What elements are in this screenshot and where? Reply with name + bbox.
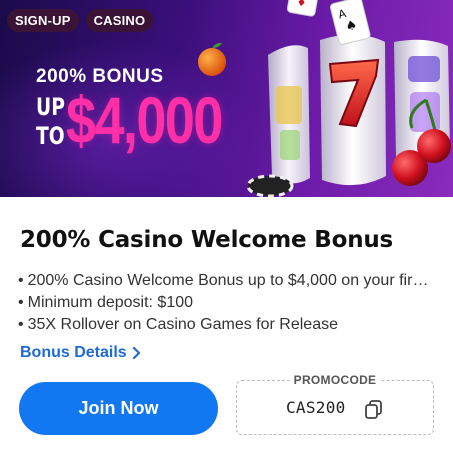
copy-icon[interactable]: [363, 398, 385, 420]
promo-banner: SIGN-UP CASINO 200% BONUS UP TO $4,000 A…: [0, 0, 453, 197]
promocode-box[interactable]: PROMOCODE CAS200: [236, 373, 434, 435]
tag-signup: SIGN-UP: [7, 9, 79, 32]
offer-title: 200% Casino Welcome Bonus: [20, 227, 394, 253]
offer-term: 35X Rollover on Casino Games for Release: [18, 314, 436, 336]
offer-term: 200% Casino Welcome Bonus up to $4,000 o…: [18, 270, 436, 292]
banner-up-to: UP TO: [36, 93, 65, 150]
banner-tags: SIGN-UP CASINO: [7, 9, 154, 32]
offer-term: Minimum deposit: $100: [18, 292, 436, 314]
promocode-label: PROMOCODE: [289, 373, 381, 387]
chevron-right-icon: [132, 347, 140, 359]
offer-card: 200% Casino Welcome Bonus 200% Casino We…: [0, 197, 453, 454]
promocode-value: CAS200: [286, 398, 346, 417]
bonus-details-link[interactable]: Bonus Details: [20, 344, 141, 362]
bonus-details-label: Bonus Details: [20, 344, 127, 361]
slot-machine-illustration: A ♠ ♦: [198, 0, 451, 197]
tag-casino: CASINO: [85, 9, 154, 32]
join-now-button[interactable]: Join Now: [19, 382, 218, 435]
offer-terms-list: 200% Casino Welcome Bonus up to $4,000 o…: [18, 270, 436, 336]
